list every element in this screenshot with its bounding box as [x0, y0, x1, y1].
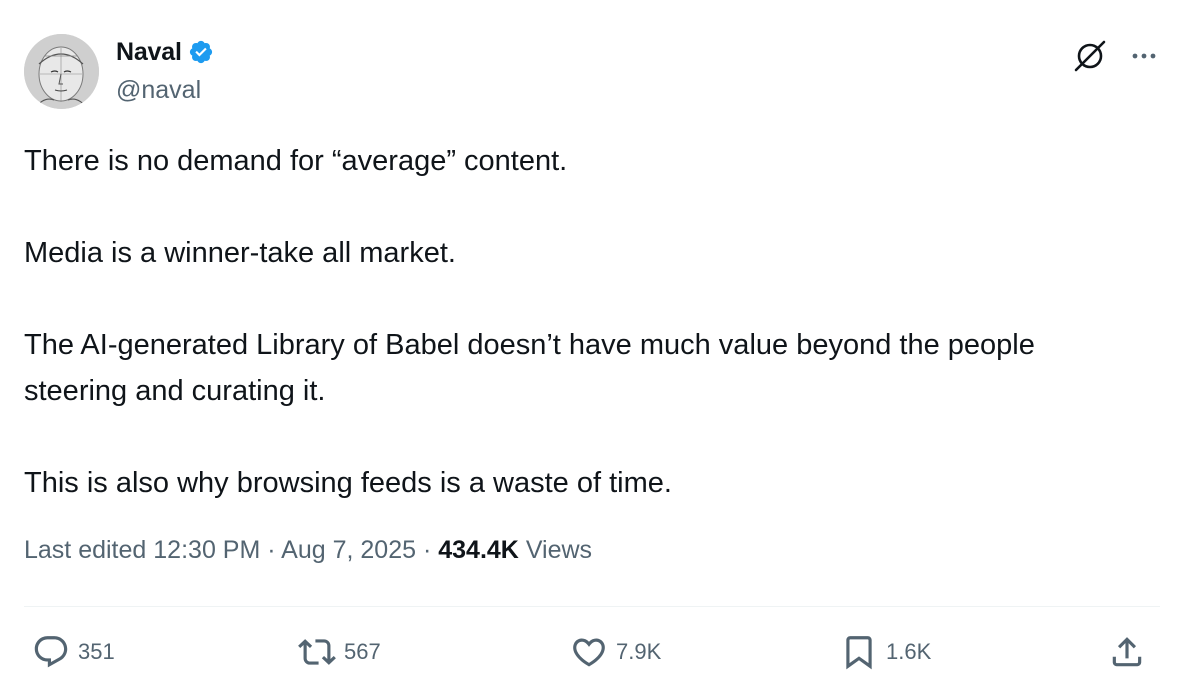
avatar-image — [24, 34, 99, 109]
tweet-paragraph: The AI-generated Library of Babel doesn’… — [24, 329, 1035, 407]
bookmark-button[interactable]: 1.6K — [840, 632, 931, 672]
views-count: 434.4K — [438, 536, 519, 564]
grok-icon[interactable] — [1070, 36, 1110, 76]
author-display-name[interactable]: Naval — [116, 38, 182, 67]
like-count: 7.9K — [616, 639, 662, 664]
tweet-meta: Last edited 12:30 PM · Aug 7, 2025 · 434… — [24, 536, 592, 565]
repost-icon — [298, 639, 336, 665]
meta-separator: · — [422, 536, 432, 564]
reply-count: 351 — [78, 639, 115, 664]
divider — [24, 606, 1160, 607]
more-icon[interactable] — [1124, 36, 1164, 76]
bookmark-count: 1.6K — [886, 639, 932, 664]
tweet-date[interactable]: Aug 7, 2025 — [281, 536, 416, 564]
tweet-card: Naval @naval There is no demand for “ave… — [0, 0, 1186, 694]
tweet-text: There is no demand for “average” content… — [24, 138, 1144, 506]
author-name-row[interactable]: Naval — [116, 36, 214, 68]
share-icon — [1112, 637, 1142, 667]
share-button[interactable] — [1108, 632, 1146, 672]
reply-button[interactable]: 351 — [32, 632, 115, 672]
edited-label[interactable]: Last edited — [24, 536, 146, 564]
tweet-paragraph: This is also why browsing feeds is a was… — [24, 467, 672, 499]
heart-icon — [573, 638, 605, 667]
avatar[interactable] — [24, 34, 99, 109]
meta-separator: · — [267, 536, 276, 564]
reply-icon — [34, 636, 68, 668]
bookmark-icon — [846, 636, 872, 670]
tweet-paragraph: Media is a winner-take all market. — [24, 237, 456, 269]
tweet-paragraph: There is no demand for “average” content… — [24, 145, 568, 177]
like-button[interactable]: 7.9K — [570, 632, 661, 672]
verified-badge-icon — [189, 40, 212, 64]
views-label: Views — [525, 536, 593, 564]
author-handle[interactable]: @naval — [116, 76, 201, 105]
repost-count: 567 — [344, 639, 381, 664]
repost-button[interactable]: 567 — [298, 632, 381, 672]
tweet-time[interactable]: 12:30 PM — [153, 536, 260, 564]
